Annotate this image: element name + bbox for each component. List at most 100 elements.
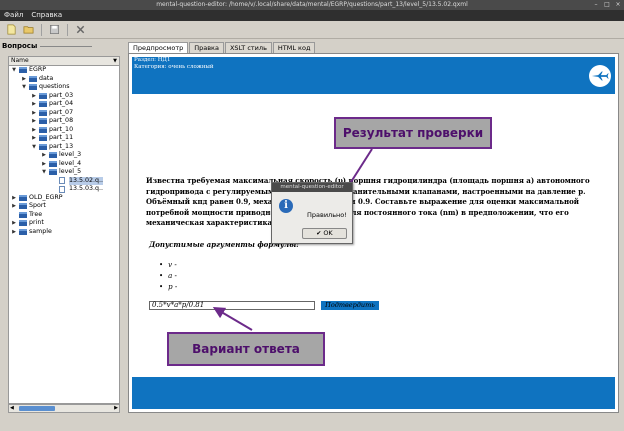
tree-item[interactable]: ▶ part_11	[9, 134, 119, 143]
tree-item[interactable]: ▼ part_13	[9, 143, 119, 152]
tree-item-label: EGRP	[29, 66, 47, 73]
scroll-right-icon[interactable]: ▶	[114, 405, 118, 412]
chevron-down-icon: ▼	[113, 58, 117, 64]
tree-item[interactable]: Tree	[9, 211, 119, 220]
save-button[interactable]	[47, 23, 62, 37]
tree-item[interactable]: ▶ sample	[9, 228, 119, 237]
tree-item[interactable]: ▼ EGRP	[9, 66, 119, 75]
tree-item[interactable]: ▼ level_5	[9, 168, 119, 177]
tree-item-label: 13.5.02.q..	[69, 176, 104, 185]
folder-icon	[39, 92, 47, 99]
chevron-right-icon[interactable]: ▶	[41, 160, 47, 169]
delete-icon	[76, 25, 85, 34]
chevron-right-icon[interactable]: ▶	[11, 228, 17, 237]
chevron-right-icon[interactable]: ▶	[31, 109, 37, 118]
preview-footer	[132, 377, 615, 409]
chevron-right-icon[interactable]: ▶	[11, 194, 17, 203]
folder-icon	[19, 67, 27, 73]
new-file-icon	[7, 24, 16, 35]
tree-item[interactable]: ▶ part_03	[9, 92, 119, 101]
tree-item-label: OLD_EGRP	[29, 193, 63, 201]
folder-icon	[39, 135, 47, 141]
folder-icon	[49, 160, 57, 167]
scroll-left-icon[interactable]: ◀	[10, 405, 14, 412]
menu-file[interactable]: Файл	[0, 10, 27, 21]
folder-icon	[29, 84, 37, 90]
tree-item-label: part_07	[49, 108, 74, 116]
chevron-down-icon[interactable]: ▼	[11, 66, 17, 75]
chevron-down-icon[interactable]: ▼	[21, 83, 27, 92]
menu-help[interactable]: Справка	[27, 10, 66, 21]
minimize-button[interactable]: –	[592, 1, 600, 8]
menubar: Файл Справка	[0, 10, 624, 21]
tab-edit[interactable]: Правка	[189, 42, 224, 53]
tree-item-label: sample	[29, 227, 52, 235]
chevron-right-icon[interactable]: ▶	[31, 117, 37, 126]
toolbar	[0, 21, 624, 39]
question-tree[interactable]: ▼ EGRP ▶ data ▼ questions ▶ part_03 ▶ part_04 ▶ par…	[8, 66, 120, 404]
tree-item[interactable]: ▶ level_4	[9, 160, 119, 169]
tree-item[interactable]: 13.5.03.q..	[9, 185, 119, 194]
problem-line: механическая характеристика жёсткая.	[146, 218, 312, 227]
tree-item[interactable]: ▶ part_04	[9, 100, 119, 109]
chevron-down-icon[interactable]: ▼	[41, 168, 47, 177]
tree-column-header[interactable]: Name ▼	[8, 56, 120, 66]
folder-icon	[39, 118, 47, 124]
tree-item-label: level_4	[59, 159, 82, 167]
dialog-message: Правильно!	[307, 211, 347, 219]
new-file-button[interactable]	[4, 23, 19, 37]
tree-item[interactable]: ▶ level_3	[9, 151, 119, 160]
problem-line: Известна требуемая максимальная скорость…	[146, 176, 590, 185]
panel-splitter[interactable]	[123, 40, 126, 414]
tree-item[interactable]: ▶ OLD_EGRP	[9, 194, 119, 203]
answer-input[interactable]: 0.5*v*a*p/0.81	[149, 301, 315, 310]
save-icon	[50, 25, 59, 34]
open-file-button[interactable]	[21, 23, 36, 37]
problem-text: Известна требуемая максимальная скорость…	[146, 176, 608, 229]
variable-list: v - a - p -	[159, 260, 177, 293]
chevron-down-icon[interactable]: ▼	[31, 143, 37, 152]
chevron-right-icon[interactable]: ▶	[21, 75, 27, 84]
chevron-right-icon[interactable]: ▶	[31, 126, 37, 135]
tree-item[interactable]: ▶ data	[9, 75, 119, 84]
delete-button[interactable]	[73, 23, 88, 37]
maximize-button[interactable]: □	[603, 1, 611, 8]
folder-icon	[39, 109, 47, 116]
chevron-right-icon[interactable]: ▶	[31, 100, 37, 109]
tree-item[interactable]: ▶ part_07	[9, 109, 119, 118]
tree-item-label: 13.5.03.q..	[69, 185, 104, 192]
tree-item-label: level_5	[59, 168, 82, 175]
chevron-right-icon[interactable]: ▶	[31, 92, 37, 101]
editor-tabs: Предпросмотр Правка XSLT стиль HTML код	[128, 42, 316, 53]
tree-item[interactable]: ▶ Sport	[9, 202, 119, 211]
tree-item-label: Sport	[29, 202, 46, 209]
ok-button[interactable]: ✔ OK	[302, 228, 347, 239]
scrollbar-thumb[interactable]	[19, 406, 55, 411]
tree-item[interactable]: ▶ print	[9, 219, 119, 228]
chevron-right-icon[interactable]: ▶	[11, 202, 17, 211]
tree-item-label: part_13	[49, 142, 74, 150]
problem-line: гидропривода с регулируемым насосом и пр…	[146, 186, 586, 196]
chevron-right-icon[interactable]: ▶	[41, 151, 47, 160]
tree-item[interactable]: ▼ questions	[9, 83, 119, 92]
folder-icon	[39, 143, 47, 150]
tab-xslt-style[interactable]: XSLT стиль	[224, 42, 272, 53]
tree-horizontal-scrollbar[interactable]: ◀ ▶	[8, 404, 120, 413]
tree-item-label: Tree	[29, 210, 43, 218]
folder-icon	[39, 101, 47, 107]
tab-preview[interactable]: Предпросмотр	[128, 42, 189, 53]
problem-line: потребной мощности приводного электродви…	[146, 207, 569, 217]
folder-icon	[29, 75, 37, 82]
submit-button[interactable]: Подтвердить	[321, 301, 379, 310]
tree-item[interactable]: ▶ part_08	[9, 117, 119, 126]
tab-html-code[interactable]: HTML код	[272, 42, 316, 53]
close-window-button[interactable]: ×	[614, 1, 622, 8]
open-file-icon	[23, 26, 34, 34]
tree-item[interactable]: ▶ part_10	[9, 126, 119, 135]
annotation-answer: Вариант ответа	[167, 332, 325, 366]
tree-item[interactable]: 13.5.02.q..	[9, 176, 119, 185]
variable-item: p -	[159, 282, 177, 293]
chevron-right-icon[interactable]: ▶	[11, 219, 17, 228]
folder-icon	[49, 152, 57, 158]
chevron-right-icon[interactable]: ▶	[31, 134, 37, 143]
